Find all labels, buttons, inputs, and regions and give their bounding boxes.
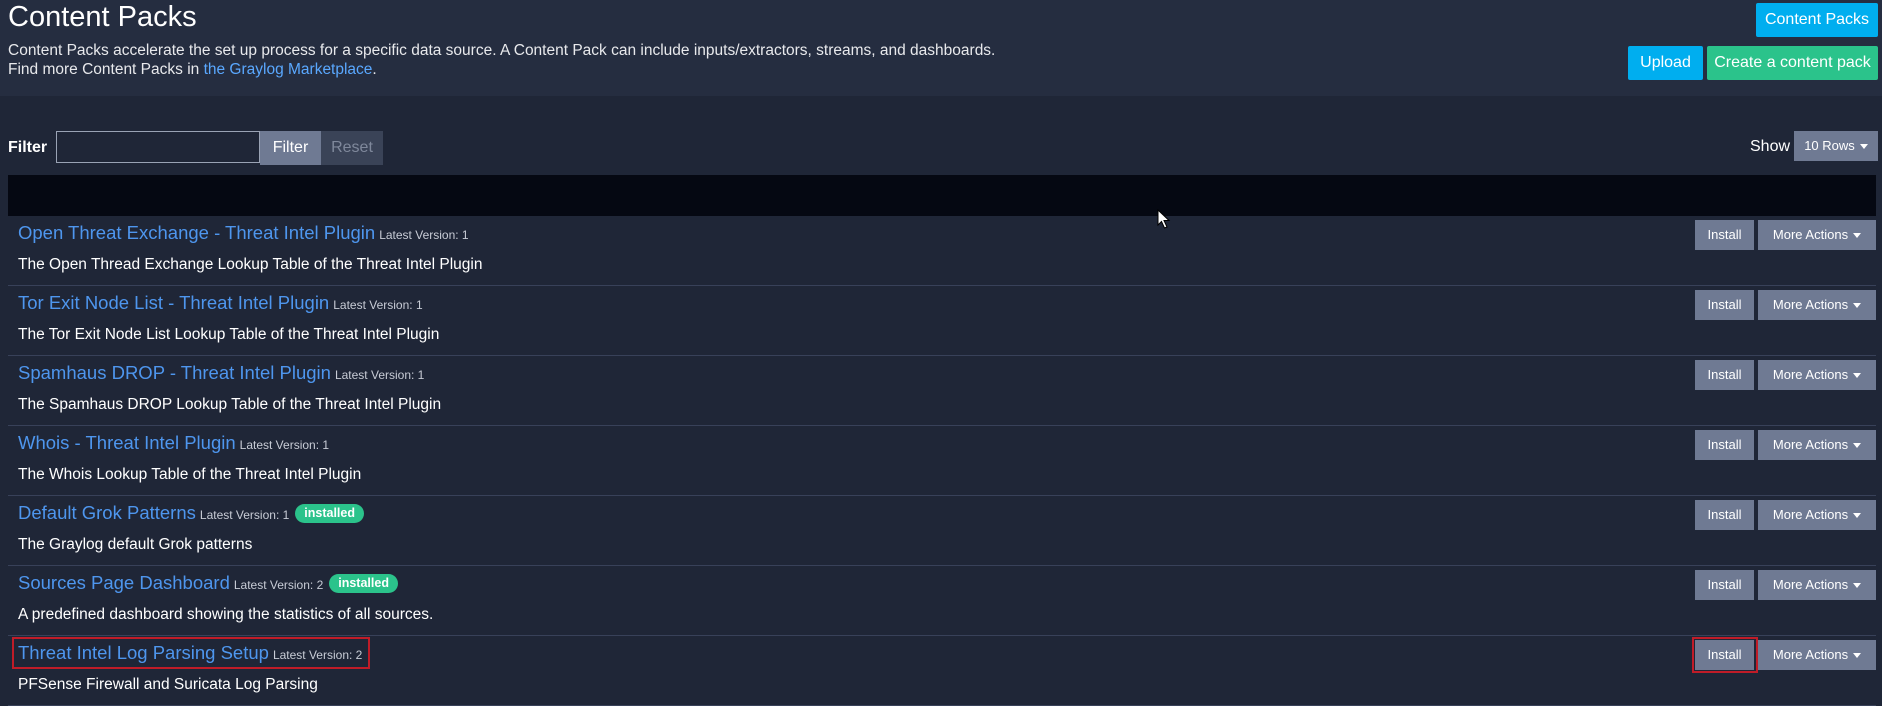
version-label: Latest Version: 1 [379,228,469,242]
content-pack-name-link[interactable]: Default Grok Patterns [18,502,196,523]
content-pack-row: Open Threat Exchange - Threat Intel Plug… [8,216,1876,286]
content-pack-title-line: Spamhaus DROP - Threat Intel Plugin Lates… [18,361,424,387]
header-panel: Content Packs Content Packs accelerate t… [0,0,1882,96]
marketplace-link[interactable]: the Graylog Marketplace [204,61,373,78]
more-actions-label: More Actions [1772,647,1849,662]
content-pack-name-link[interactable]: Whois - Threat Intel Plugin [18,432,236,453]
marketplace-line: Find more Content Packs in the Graylog M… [8,60,377,79]
install-button[interactable]: Install [1695,360,1754,390]
content-pack-row: Tor Exit Node List - Threat Intel Plugin… [8,286,1876,356]
install-button[interactable]: Install [1695,430,1754,460]
content-pack-name-link[interactable]: Threat Intel Log Parsing Setup [18,642,269,663]
version-label: Latest Version: 1 [334,368,425,382]
chevron-down-icon [1853,513,1862,519]
mouse-cursor-icon [1157,209,1171,229]
version-label: Latest Version: 2 [233,578,324,592]
install-button[interactable]: Install [1695,290,1754,320]
install-button[interactable]: Install [1695,500,1754,530]
more-actions-label: More Actions [1772,437,1849,452]
content-pack-title-line: Tor Exit Node List - Threat Intel Plugin… [18,291,423,317]
install-button[interactable]: Install [1695,220,1754,250]
more-actions-label: More Actions [1772,227,1849,242]
chevron-down-icon [1859,144,1868,150]
content-pack-title-line: Default Grok Patterns Latest Version: 1 in… [18,501,364,527]
filter-button[interactable]: Filter [260,131,321,165]
rows-per-page-dropdown[interactable]: 10 Rows [1794,131,1878,161]
content-pack-description: The Tor Exit Node List Lookup Table of t… [18,326,440,343]
chevron-down-icon [1853,583,1862,589]
chevron-down-icon [1853,303,1862,309]
content-pack-name-link[interactable]: Tor Exit Node List - Threat Intel Plugin [18,292,329,313]
more-actions-dropdown[interactable]: More Actions [1758,500,1876,530]
more-actions-label: More Actions [1772,577,1849,592]
content-pack-row: Whois - Threat Intel Plugin Latest Versio… [8,426,1876,496]
more-actions-dropdown[interactable]: More Actions [1758,220,1876,250]
version-label: Latest Version: 1 [199,508,290,522]
more-actions-dropdown[interactable]: More Actions [1758,290,1876,320]
install-button[interactable]: Install [1695,570,1754,600]
content-pack-name-link[interactable]: Spamhaus DROP - Threat Intel Plugin [18,362,331,383]
content-pack-row: Sources Page Dashboard Latest Version: 2 i… [8,566,1876,636]
content-pack-description: The Whois Lookup Table of the Threat Int… [18,466,362,483]
upload-button[interactable]: Upload [1628,46,1703,80]
content-pack-description: PFSense Firewall and Suricata Log Parsin… [18,676,318,693]
more-actions-label: More Actions [1772,367,1849,382]
more-actions-dropdown[interactable]: More Actions [1758,360,1876,390]
more-actions-dropdown[interactable]: More Actions [1758,640,1876,670]
rows-per-page-value: 10 Rows [1804,138,1855,153]
reset-button[interactable]: Reset [321,131,383,165]
content-pack-title-line: Sources Page Dashboard Latest Version: 2 i… [18,571,398,597]
page-description: Content Packs accelerate the set up proc… [8,42,996,59]
chevron-down-icon [1853,443,1862,449]
content-pack-row: Default Grok Patterns Latest Version: 1 in… [8,496,1876,566]
content-pack-row: Threat Intel Log Parsing Setup Latest Ver… [8,636,1876,706]
install-button[interactable]: Install [1695,640,1754,670]
more-actions-dropdown[interactable]: More Actions [1758,570,1876,600]
create-content-pack-button[interactable]: Create a content pack [1707,46,1878,80]
chevron-down-icon [1853,373,1862,379]
content-pack-title-line: Threat Intel Log Parsing Setup Latest Ver… [18,641,362,667]
more-actions-dropdown[interactable]: More Actions [1758,430,1876,460]
chevron-down-icon [1853,233,1862,239]
content-pack-description: The Spamhaus DROP Lookup Table of the Th… [18,396,442,413]
filter-input[interactable] [56,131,260,163]
marketplace-prefix: Find more Content Packs in [8,61,204,78]
more-actions-label: More Actions [1772,507,1849,522]
filter-label: Filter [8,139,48,156]
content-pack-title-line: Whois - Threat Intel Plugin Latest Versio… [18,431,329,457]
content-pack-row: Spamhaus DROP - Threat Intel Plugin Lates… [8,356,1876,426]
version-label: Latest Version: 1 [239,438,330,452]
content-pack-title-line: Open Threat Exchange - Threat Intel Plug… [18,221,469,247]
content-pack-description: The Open Thread Exchange Lookup Table of… [18,256,483,273]
marketplace-suffix: . [372,61,377,78]
version-label: Latest Version: 1 [333,298,423,312]
content-pack-name-link[interactable]: Open Threat Exchange - Threat Intel Plug… [18,222,375,243]
content-packs-button[interactable]: Content Packs [1756,3,1878,37]
installed-badge: installed [329,574,398,593]
content-pack-name-link[interactable]: Sources Page Dashboard [18,572,230,593]
table-header [8,175,1876,216]
show-label: Show [1750,138,1791,155]
content-pack-description: The Graylog default Grok patterns [18,536,253,553]
content-pack-list: Open Threat Exchange - Threat Intel Plug… [8,216,1876,706]
chevron-down-icon [1853,653,1862,659]
more-actions-label: More Actions [1772,297,1849,312]
content-pack-description: A predefined dashboard showing the stati… [18,606,434,623]
installed-badge: installed [295,504,364,523]
version-label: Latest Version: 2 [272,648,363,662]
page-title: Content Packs [8,1,197,33]
